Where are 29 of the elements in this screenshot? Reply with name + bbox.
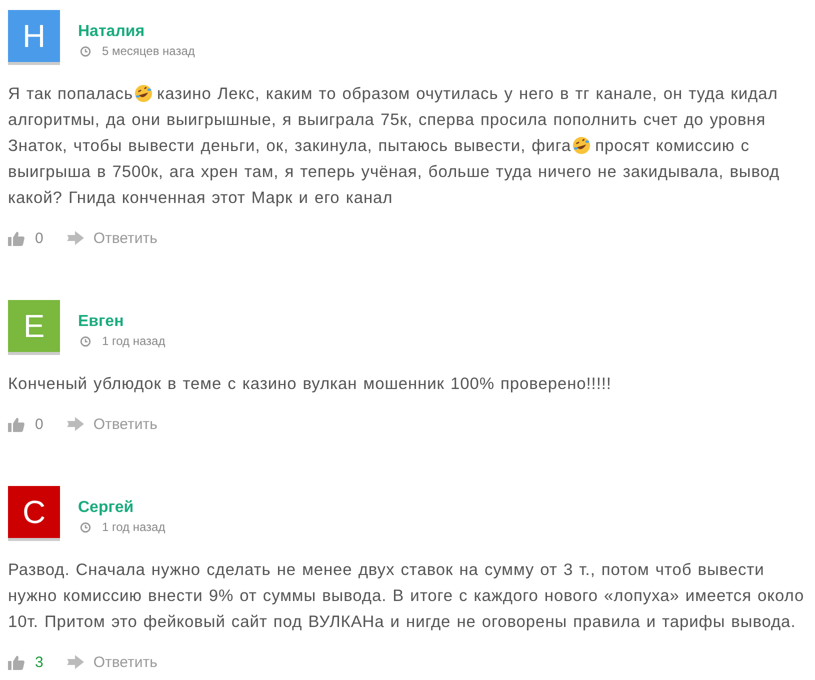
- reply-button[interactable]: Ответить: [67, 654, 158, 670]
- timestamp: 1 год назад: [102, 520, 166, 534]
- author-name: Евген: [78, 312, 125, 332]
- reply-button[interactable]: Ответить: [67, 230, 158, 246]
- clock-icon: [80, 336, 91, 346]
- reply-arrow-icon: [67, 655, 86, 669]
- comment-text: Развод. Сначала нужно сделать не менее двух ставок на сумму от 3 т., потом чтоб вывести нужно комиссию внести 9% от суммы вывода. В итоге с каждого нового «лопуха» имеется около 10т. Притом это фейковый сайт под ВУЛКАНа и нигде не оговорены правила и тарифы вывода.: [8, 560, 806, 633]
- laughing-emoji-icon: [134, 84, 154, 103]
- reply-button[interactable]: Ответить: [67, 416, 158, 432]
- thumbs-up-icon[interactable]: [8, 416, 25, 432]
- timestamp: 1 год назад: [102, 334, 166, 348]
- thumbs-up-icon[interactable]: [8, 654, 25, 670]
- author-name: Наталия: [78, 22, 146, 42]
- comment-text: Я так попалась казино Лекс, каким то образом очутилась у него в тг канале, он туда кидал алгоритмы, да они выигрышные, я выиграла 75к, сперва просила пополнить счет до уровня Знаток, чтобы вывести деньги, ок, закинула, пытаюсь вывести, фига просят комиссию с выигрыша в 7500к, ага хрен там, я теперь учёная, больше туда ничего не закидывала, вывод какой? Гнида конченная этот Марк и его канал: [8, 83, 781, 209]
- author-name: Сергей: [78, 498, 135, 518]
- thumbs-up-icon[interactable]: [8, 230, 25, 246]
- clock-icon: [80, 46, 91, 56]
- timestamp: 5 месяцев назад: [102, 44, 195, 58]
- like-count: 0: [35, 230, 44, 246]
- avatar: С: [8, 486, 60, 541]
- reply-arrow-icon: [67, 417, 86, 431]
- reply-arrow-icon: [67, 231, 86, 245]
- clock-icon: [80, 522, 91, 532]
- like-count: 0: [35, 416, 44, 432]
- avatar: Н: [8, 10, 60, 65]
- avatar: Е: [8, 300, 60, 355]
- laughing-emoji-icon: [572, 136, 592, 155]
- comment-text: Конченый ублюдок в теме с казино вулкан мошенник 100% проверено!!!!!: [8, 374, 612, 395]
- like-count: 3: [35, 654, 44, 670]
